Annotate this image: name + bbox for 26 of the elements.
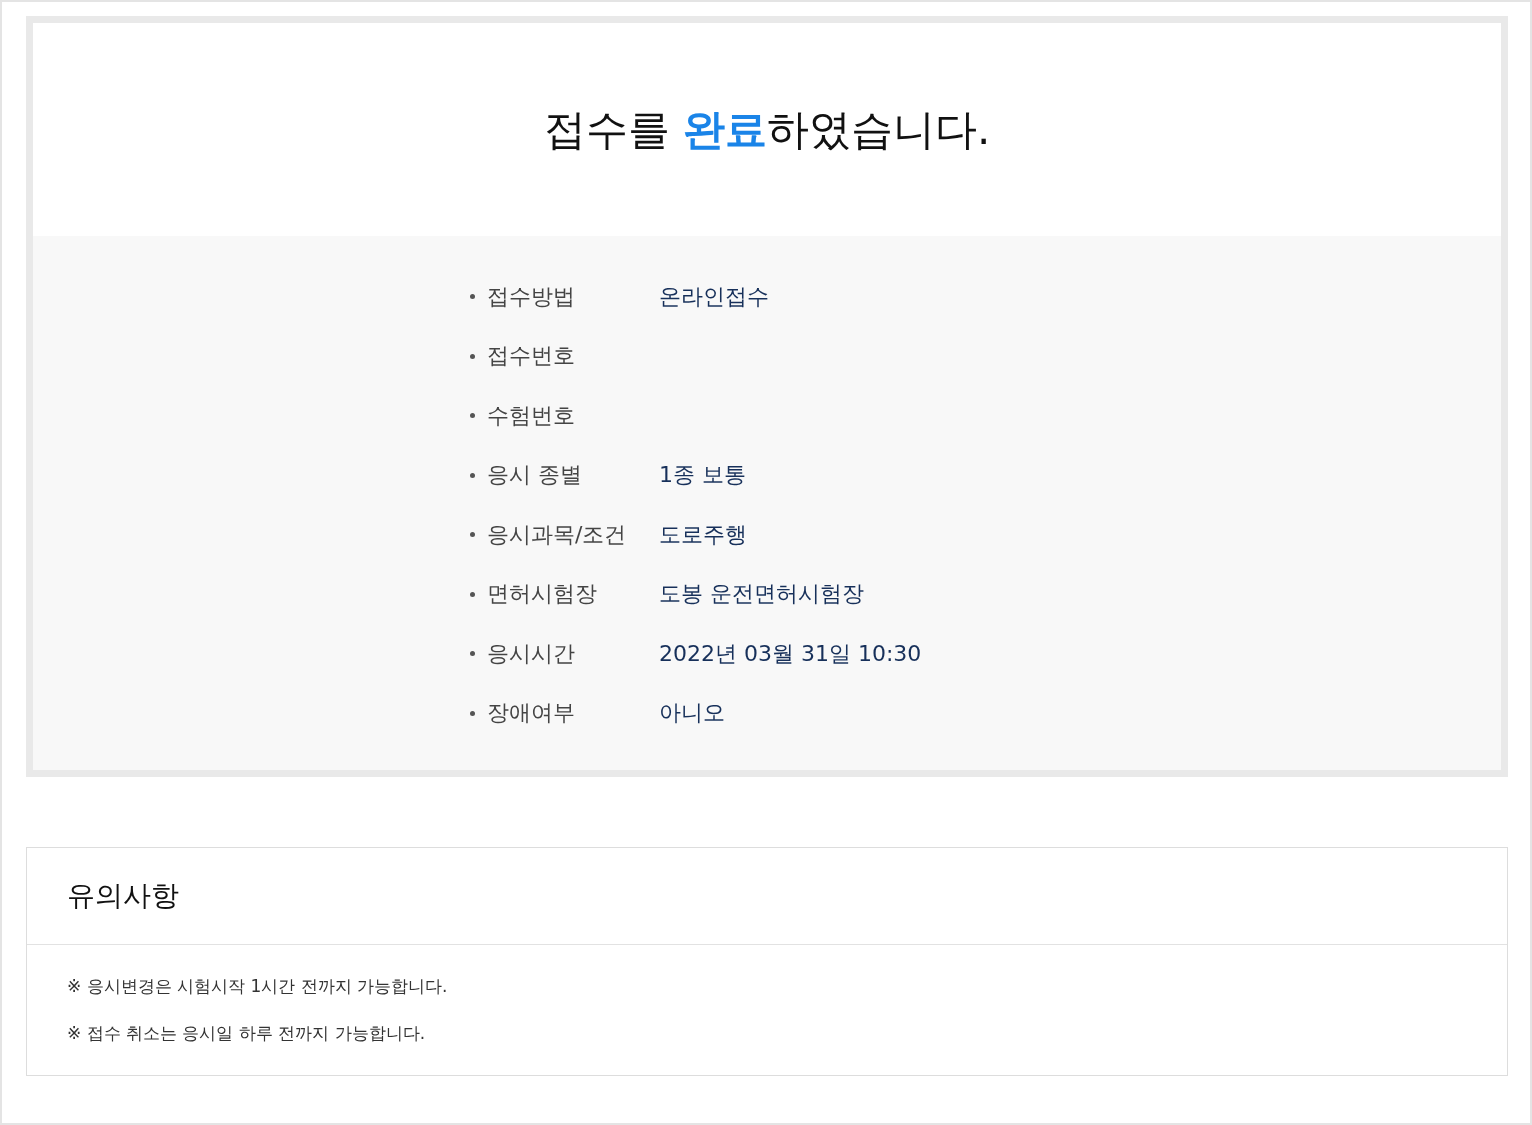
detail-label: 접수번호 [487,342,576,371]
notice-text: ※ 응시변경은 시험시작 1시간 전까지 가능합니다. [67,975,449,998]
detail-value: 온라인접수 [659,282,769,311]
detail-label: 면허시험장 [487,580,598,609]
bullet-icon [470,413,475,419]
bullet-icon [470,353,475,359]
bullet-icon [470,472,475,478]
detail-value: 1종 보통 [659,461,746,490]
bullet-icon [470,532,475,538]
bullet-icon [470,710,475,716]
detail-value: 도로주행 [659,520,747,549]
detail-value: 2022년 03월 31일 10:30 [659,639,922,668]
detail-label: 응시시간 [487,639,576,668]
bullet-icon [470,651,475,657]
bullet-icon [470,591,475,597]
completion-title: 접수를 완료하였습니다. [543,103,991,156]
detail-label: 접수방법 [487,282,576,311]
notice-text: ※ 접수 취소는 응시일 하루 전까지 가능합니다. [67,1022,427,1045]
detail-value: 아니오 [659,699,725,728]
bullet-icon [470,294,475,300]
detail-label: 응시과목/조건 [487,520,628,549]
notice-heading: 유의사항 [67,878,179,914]
detail-label: 수험번호 [487,401,576,430]
detail-label: 응시 종별 [487,461,583,490]
detail-value: 도봉 운전면허시험장 [659,580,864,609]
detail-label: 장애여부 [487,699,576,728]
